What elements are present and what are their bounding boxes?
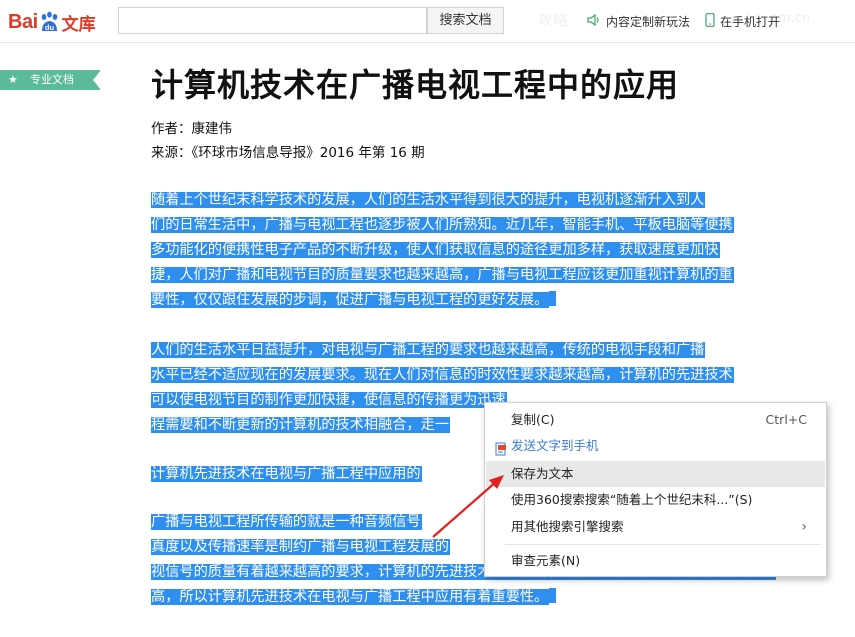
speaker-icon [587, 13, 601, 29]
menu-item-copy[interactable]: 复制(C) Ctrl+C [486, 407, 825, 433]
send-to-phone-icon [495, 439, 508, 456]
professional-doc-label: 专业文档 [30, 73, 74, 86]
menu-item-label: 复制(C) [511, 412, 555, 427]
text-line: 要性，仅仅跟住发展的步调，促进广播与电视工程的更好发展。 [151, 289, 829, 311]
menu-divider [505, 544, 821, 545]
menu-item-shortcut: Ctrl+C [765, 412, 807, 427]
menu-item-inspect-element[interactable]: 审查元素(N) [486, 548, 825, 574]
professional-doc-tag: ★ 专业文档 [0, 70, 101, 90]
text-line: 人们的生活水平日益提升，对电视与广播工程的要求也越来越高，传统的电视手段和广播 [151, 342, 706, 358]
menu-item-label: 审查元素(N) [511, 553, 581, 568]
doc-title: 计算机技术在广播电视工程中的应用 [151, 66, 680, 104]
menu-item-save-as-text[interactable]: 保存为文本 [486, 461, 825, 487]
menu-item-send-to-phone[interactable]: 发送文字到手机 [486, 433, 825, 459]
top-bar: Bai du 文库 搜索文档 攻略 am.cn 内容定制新玩法 在手机打开 [0, 0, 855, 43]
menu-item-label: 用其他搜索引擎搜索 [511, 519, 624, 534]
menu-item-label: 使用360搜索搜索“随着上个世纪末科...”(S) [511, 492, 753, 507]
menu-item-label: 发送文字到手机 [511, 438, 599, 453]
text-line: 高，所以计算机先进技术在电视与广播工程中应用有着重要性。 [151, 586, 829, 608]
text-line: 们的日常生活中，广播与电视工程也逐步被人们所熟知。近几年，智能手机、平板电脑等便… [151, 217, 734, 233]
search-input[interactable] [118, 7, 427, 34]
menu-item-other-search-engines[interactable]: 用其他搜索引擎搜索 › [486, 514, 825, 540]
text-line: 多功能化的便携性电子产品的不断升级，使人们获取信息的途径更加多样，获取速度更加快 [151, 242, 720, 258]
doc-author: 作者：康建伟 [151, 121, 232, 137]
open-on-phone-label: 在手机打开 [720, 15, 781, 29]
logo-du-text: du [45, 23, 55, 32]
context-menu: 复制(C) Ctrl+C 发送文字到手机 保存为文本 使用360搜索搜索“随着上… [484, 402, 827, 577]
star-icon: ★ [8, 73, 18, 86]
baidu-wenku-logo[interactable]: Bai du 文库 [8, 8, 96, 36]
menu-item-360-search[interactable]: 使用360搜索搜索“随着上个世纪末科...”(S) [486, 487, 825, 513]
text-line: 捷，人们对广播和电视节目的质量要求也越来越高，广播与电视工程应该更加重视计算机的… [151, 267, 734, 283]
logo-bai-text: Bai [8, 10, 38, 33]
paw-icon: du [39, 11, 60, 33]
search-button[interactable]: 搜索文档 [427, 7, 504, 34]
open-on-phone-link[interactable]: 在手机打开 [705, 13, 780, 30]
logo-wenku-text: 文库 [61, 14, 96, 34]
text-line: 水平已经不适应现在的发展要求。现在人们对信息的时效性要求越来越高，计算机的先进技… [151, 367, 734, 383]
doc-source: 来源：《环球市场信息导报》2016 年第 16 期 [151, 145, 425, 161]
chevron-right-icon: › [801, 519, 807, 535]
custom-content-label: 内容定制新玩法 [606, 15, 691, 29]
custom-content-link[interactable]: 内容定制新玩法 [587, 13, 690, 30]
menu-item-label: 保存为文本 [511, 466, 574, 481]
phone-icon [705, 13, 715, 30]
paragraph-1: 随着上个世纪末科学技术的发展，人们的生活水平得到很大的提升，电视机逐渐升入到人 … [151, 189, 829, 314]
text-line: 随着上个世纪末科学技术的发展，人们的生活水平得到很大的提升，电视机逐渐升入到人 [151, 192, 706, 208]
watermark-text: 攻略 [538, 11, 569, 29]
